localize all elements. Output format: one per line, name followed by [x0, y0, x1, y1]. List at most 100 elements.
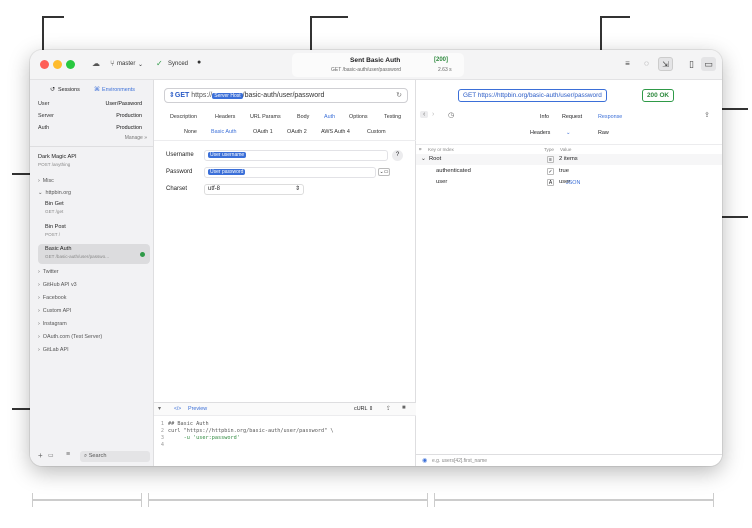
tab-url-params[interactable]: URL Params	[250, 114, 281, 120]
tab-body[interactable]: Body	[297, 114, 309, 120]
tab-response[interactable]: Response	[598, 114, 622, 120]
format-button[interactable]: ≡	[620, 57, 635, 71]
preview-label[interactable]: Preview	[188, 406, 207, 412]
json-filter-bar[interactable]: ◉ e.g. users[42].first_name	[416, 454, 722, 466]
group-gitlab[interactable]: › GitLab API	[38, 347, 69, 353]
filter-icon[interactable]: ≡	[66, 451, 70, 458]
group-github[interactable]: › GitHub API v3	[38, 282, 77, 288]
manage-environments-button[interactable]: Manage »	[125, 135, 147, 141]
add-icon[interactable]: +	[38, 451, 43, 460]
group-httpbin[interactable]: ⌄ httpbin.org	[38, 190, 71, 196]
manage-label: Manage	[124, 135, 143, 141]
group-instagram[interactable]: › Instagram	[38, 321, 67, 327]
app-window: ☁ ⑂ master ⌄ ✓ Synced ● Sent Basic Auth …	[30, 50, 722, 466]
auth-tab-oauth2[interactable]: OAuth 2	[287, 129, 307, 135]
array-type-icon: ≡	[547, 156, 554, 163]
tree-row-authenticated[interactable]: authenticated ✓ true	[416, 166, 722, 177]
string-type-icon: A	[547, 179, 554, 186]
branch-selector[interactable]: master	[117, 61, 135, 67]
group-misc[interactable]: › Misc	[38, 178, 54, 184]
minimize-window-button[interactable]	[53, 60, 62, 69]
type-column-header: Type	[544, 147, 554, 152]
auth-tab-oauth1[interactable]: OAuth 1	[253, 129, 273, 135]
tab-testing[interactable]: Testing	[384, 114, 401, 120]
lock-icon[interactable]: ■	[402, 405, 406, 411]
tab-request[interactable]: Request	[562, 114, 582, 120]
back-button[interactable]: ‹	[420, 111, 429, 118]
environments-icon: ⌘	[94, 87, 100, 93]
request-item-dark-magic[interactable]: Dark Magic API POST /anything	[38, 154, 150, 167]
collapse-icon[interactable]: ▾	[158, 405, 161, 412]
group-custom-api[interactable]: › Custom API	[38, 308, 71, 314]
auth-tab-basic[interactable]: Basic Auth	[211, 129, 236, 135]
search-placeholder: Search	[88, 453, 107, 459]
request-editor: ⇕GET https://Server Host/basic-auth/user…	[154, 80, 416, 466]
server-host-token[interactable]: Server Host	[212, 93, 243, 99]
auth-tab-aws[interactable]: AWS Auth 4	[321, 129, 350, 135]
tab-raw[interactable]: Raw	[598, 130, 609, 136]
chevron-down-icon[interactable]: ⌄	[421, 156, 426, 162]
layout-toggle-icon[interactable]: ▭	[701, 57, 716, 71]
auth-tab-custom[interactable]: Custom	[367, 129, 386, 135]
folder-icon[interactable]: ▭	[48, 452, 54, 459]
tab-headers[interactable]: Headers	[215, 114, 235, 120]
titlebar: ☁ ⑂ master ⌄ ✓ Synced ● Sent Basic Auth …	[30, 50, 722, 80]
group-oauth[interactable]: › OAuth.com (Test Server)	[38, 334, 102, 340]
share-icon[interactable]: ⇪	[704, 111, 710, 119]
expand-all-icon[interactable]: ⌗	[419, 147, 422, 152]
code-preview[interactable]: 1 ## Basic Auth 2 curl "https://httpbin.…	[154, 418, 416, 466]
username-token[interactable]: User username	[208, 152, 247, 158]
auth-tab-none[interactable]: None	[184, 129, 197, 135]
tab-environments[interactable]: Environments	[102, 87, 135, 93]
tab-json[interactable]: JSON ⌄	[566, 130, 580, 186]
refresh-icon[interactable]: ↻	[396, 89, 402, 102]
cookie-icon[interactable]: ◌	[639, 57, 654, 71]
cloud-icon[interactable]: ☁	[92, 59, 100, 68]
password-options-button[interactable]: ⌄▭	[378, 168, 390, 176]
request-item-bin-post[interactable]: Bin Post POST /	[45, 224, 157, 237]
tab-sessions[interactable]: Sessions	[58, 87, 80, 93]
import-button[interactable]: ⇲	[658, 57, 673, 71]
sidebar-footer: + ▭ ≡ ⌕ Search	[30, 448, 154, 466]
tab-info[interactable]: Info	[540, 114, 549, 120]
charset-select[interactable]: utf-8 ⇕	[204, 184, 304, 195]
request-subtitle: POST /	[45, 231, 60, 237]
history-icon[interactable]: ◷	[448, 111, 454, 119]
response-status-badge: 200 OK	[642, 89, 675, 102]
group-twitter[interactable]: › Twitter	[38, 269, 59, 275]
request-item-bin-get[interactable]: Bin Get GET /get	[45, 201, 157, 214]
sidebar-search[interactable]: ⌕ Search	[80, 451, 150, 462]
response-url-badge[interactable]: GET https://httpbin.org/basic-auth/user/…	[458, 89, 607, 102]
env-row-auth[interactable]: Auth Production	[38, 125, 142, 133]
sidebar-toggle-icon[interactable]: ▯	[684, 57, 699, 71]
tab-headers[interactable]: Headers	[530, 130, 550, 136]
env-row-user[interactable]: User User/Password	[38, 101, 142, 109]
help-button[interactable]: ?	[392, 150, 403, 161]
line-number: 1	[160, 421, 164, 427]
tab-auth[interactable]: Auth	[324, 114, 335, 120]
password-token[interactable]: User password	[208, 169, 246, 175]
method-selector[interactable]: ⇕GET	[169, 92, 189, 99]
tree-row-user[interactable]: user A user	[416, 177, 722, 188]
group-facebook[interactable]: › Facebook	[38, 295, 66, 301]
language-selector[interactable]: cURL ⇕	[354, 406, 373, 412]
response-panel: GET https://httpbin.org/basic-auth/user/…	[416, 80, 722, 466]
group-label: OAuth.com (Test Server)	[42, 334, 103, 340]
tab-description[interactable]: Description	[170, 114, 197, 120]
password-field[interactable]: User password	[204, 167, 376, 178]
url-input[interactable]: ⇕GET https://Server Host/basic-auth/user…	[164, 88, 408, 103]
zoom-window-button[interactable]	[66, 60, 75, 69]
sync-dot-icon: ●	[197, 59, 202, 66]
group-label: Facebook	[42, 295, 67, 301]
env-row-server[interactable]: Server Production	[38, 113, 142, 121]
close-window-button[interactable]	[40, 60, 49, 69]
tab-options[interactable]: Options	[349, 114, 368, 120]
tree-row-root[interactable]: ⌄ Root ≡ 2 items	[416, 154, 722, 165]
username-field[interactable]: User username	[204, 150, 388, 161]
boolean-type-icon: ✓	[547, 168, 554, 175]
sidebar-tabs: ↺ Sessions ⌘ Environments	[38, 84, 146, 98]
forward-button[interactable]: ›	[432, 111, 434, 118]
request-title: Sent Basic Auth	[350, 57, 401, 64]
code-icon: </>	[174, 406, 182, 412]
share-icon[interactable]: ⇪	[386, 405, 391, 412]
